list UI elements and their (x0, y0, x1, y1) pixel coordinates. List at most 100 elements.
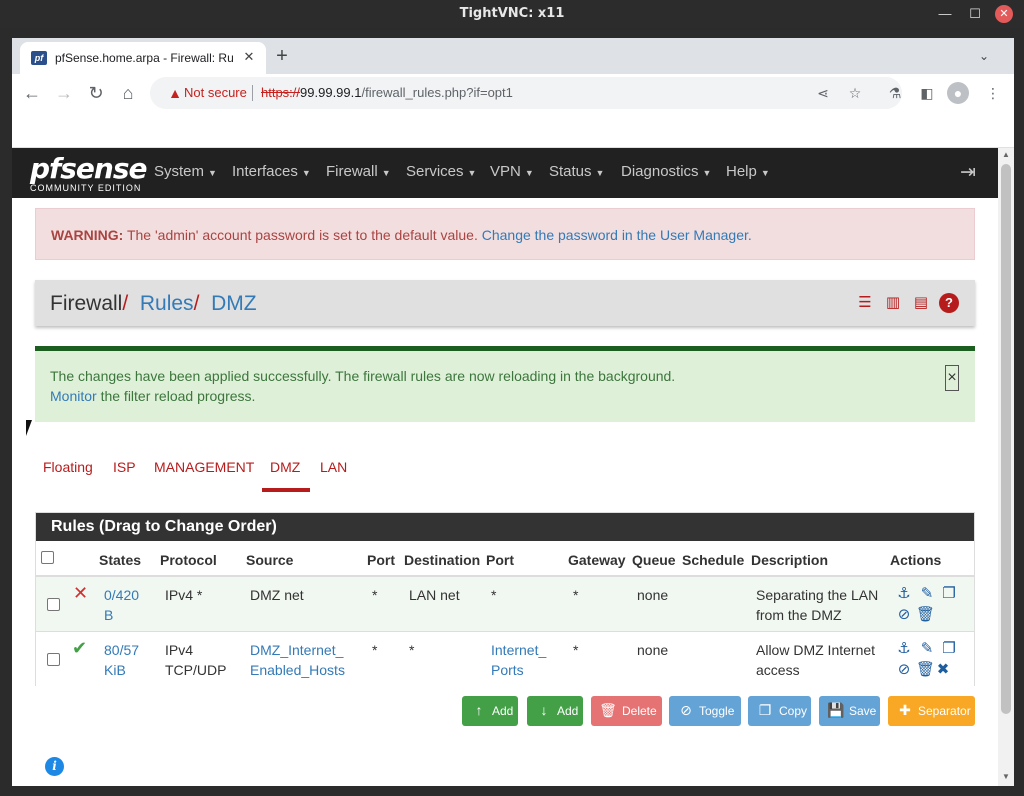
help-question-icon[interactable]: ? (939, 293, 959, 313)
home-icon[interactable]: ⌂ (116, 81, 140, 105)
not-secure-label[interactable]: Not secure (184, 85, 247, 100)
menu-interfaces[interactable]: Interfaces ▼ (232, 163, 311, 180)
logout-icon[interactable]: ⇥ (960, 161, 976, 184)
col-source[interactable]: Source (246, 552, 293, 568)
row-states[interactable]: 80/57 KiB (104, 640, 139, 680)
change-password-link[interactable]: Change the password in the User Manager. (482, 227, 752, 243)
copy-icon[interactable]: ❐ (940, 640, 958, 658)
browser-tab[interactable]: pf pfSense.home.arpa - Firewall: Rul ✕ (20, 42, 266, 74)
copy-button[interactable]: ❐ Copy (748, 696, 811, 726)
row-select-checkbox[interactable] (47, 653, 60, 666)
row-description: Allow DMZ Internet access (756, 642, 876, 678)
col-destination[interactable]: Destination (404, 552, 480, 568)
breadcrumb-panel: Firewall/ Rules/ DMZ ☰ ▥ ▤ ? (35, 280, 975, 326)
col-states[interactable]: States (99, 552, 141, 568)
tab-search-icon[interactable]: ⌄ (974, 46, 994, 66)
pass-check-icon[interactable]: ✔ (72, 638, 87, 659)
separator-button[interactable]: ✚ Separator (888, 696, 975, 726)
back-icon[interactable]: ← (20, 81, 44, 105)
active-tab-indicator (262, 488, 310, 492)
breadcrumb: Firewall/ Rules/ DMZ (50, 292, 257, 316)
breadcrumb-dmz[interactable]: DMZ (211, 292, 257, 315)
add-bottom-button[interactable]: ↓ Add (527, 696, 583, 726)
col-protocol[interactable]: Protocol (160, 552, 217, 568)
copy-icon[interactable]: ❐ (940, 585, 958, 603)
browser-menu-icon[interactable]: ⋮ (982, 82, 1004, 104)
menu-help[interactable]: Help ▼ (726, 163, 770, 180)
delete-x-icon[interactable]: ✖ (934, 661, 952, 679)
tab-lan[interactable]: LAN (320, 459, 347, 475)
edit-pencil-icon[interactable]: ✎ (918, 585, 936, 603)
extension-icon[interactable]: ⚗ (884, 82, 906, 104)
warning-triangle-icon[interactable]: ▲ (167, 85, 183, 101)
row-dest-port: * (491, 587, 497, 603)
row-states[interactable]: 0/420 B (104, 585, 139, 625)
disable-icon[interactable]: ⊘ (895, 661, 913, 679)
row-queue: none (637, 642, 669, 658)
new-tab-icon[interactable]: + (270, 44, 294, 68)
edit-pencil-icon[interactable]: ✎ (918, 640, 936, 658)
col-dest-port[interactable]: Port (486, 552, 514, 568)
address-bar[interactable]: ▲ Not secure https://99.99.99.1/firewall… (150, 77, 902, 109)
bar-chart-icon[interactable]: ▥ (883, 293, 903, 313)
reload-icon[interactable]: ↻ (84, 81, 108, 105)
info-icon[interactable]: i (45, 757, 64, 776)
menu-vpn[interactable]: VPN ▼ (490, 163, 534, 180)
scroll-down-icon[interactable]: ▼ (1002, 772, 1010, 781)
col-gateway[interactable]: Gateway (568, 552, 626, 568)
sliders-icon[interactable]: ☰ (855, 293, 875, 313)
row-destination: * (409, 642, 415, 658)
tab-isp[interactable]: ISP (113, 459, 136, 475)
select-all-checkbox[interactable] (41, 551, 54, 564)
tab-close-icon[interactable]: ✕ (241, 49, 257, 65)
profile-avatar-icon[interactable]: ● (947, 82, 969, 104)
page-viewport: pfsense COMMUNITY EDITION System ▼ Interf… (12, 148, 998, 786)
url-text[interactable]: https://99.99.99.1/firewall_rules.php?if… (261, 85, 513, 100)
breadcrumb-rules[interactable]: Rules (140, 292, 194, 315)
tab-management[interactable]: MANAGEMENT (154, 459, 254, 475)
minimize-icon[interactable]: — (936, 5, 954, 23)
row-dest-port[interactable]: Internet_ Ports (491, 640, 546, 680)
pfsense-logo[interactable]: pfsense COMMUNITY EDITION (30, 152, 147, 194)
dismiss-close-icon[interactable]: × (945, 365, 959, 391)
bookmark-star-icon[interactable]: ☆ (846, 84, 864, 102)
close-window-icon[interactable]: ✕ (995, 5, 1013, 23)
list-icon[interactable]: ▤ (911, 293, 931, 313)
monitor-link[interactable]: Monitor (50, 388, 97, 404)
anchor-icon[interactable]: ⚓ (895, 640, 913, 658)
vnc-window-title: TightVNC: x11 (459, 6, 565, 21)
row-select-checkbox[interactable] (47, 598, 60, 611)
maximize-icon[interactable]: ☐ (966, 5, 984, 23)
logo-wordmark: pfsense (30, 152, 147, 185)
menu-firewall[interactable]: Firewall ▼ (326, 163, 391, 180)
menu-system[interactable]: System ▼ (154, 163, 217, 180)
tab-floating[interactable]: Floating (43, 459, 93, 475)
menu-diagnostics[interactable]: Diagnostics ▼ (621, 163, 711, 180)
menu-status[interactable]: Status ▼ (549, 163, 604, 180)
col-description[interactable]: Description (751, 552, 828, 568)
page-scrollbar[interactable]: ▲ ▼ (998, 148, 1014, 786)
col-schedule[interactable]: Schedule (682, 552, 744, 568)
tab-title: pfSense.home.arpa - Firewall: Rul (55, 51, 233, 65)
menu-services[interactable]: Services ▼ (406, 163, 476, 180)
tab-dmz[interactable]: DMZ (270, 459, 300, 475)
table-row[interactable]: ✔ 80/57 KiB IPv4 TCP/UDP DMZ_Internet_ Enab… (36, 632, 974, 687)
scroll-thumb[interactable] (1001, 164, 1011, 714)
toggle-button[interactable]: ⊘ Toggle (669, 696, 741, 726)
table-row[interactable]: ✕ 0/420 B IPv4 * DMZ net * LAN net * * no… (36, 577, 974, 632)
add-top-button[interactable]: ↑ Add (462, 696, 518, 726)
anchor-icon[interactable]: ⚓ (895, 585, 913, 603)
side-panel-icon[interactable]: ◧ (916, 82, 938, 104)
block-x-icon[interactable]: ✕ (73, 583, 88, 604)
forward-icon[interactable]: → (52, 81, 76, 105)
col-queue[interactable]: Queue (632, 552, 676, 568)
share-icon[interactable]: ⋖ (814, 84, 832, 102)
save-button[interactable]: 💾 Save (819, 696, 880, 726)
scroll-up-icon[interactable]: ▲ (1002, 150, 1010, 159)
delete-button[interactable]: 🗑 Delete (591, 696, 662, 726)
delete-trash-icon[interactable]: 🗑 (916, 606, 935, 624)
disable-icon[interactable]: ⊘ (895, 606, 913, 624)
row-source[interactable]: DMZ_Internet_ Enabled_Hosts (250, 640, 345, 680)
col-port[interactable]: Port (367, 552, 395, 568)
delete-trash-icon[interactable]: 🗑 (916, 661, 935, 679)
